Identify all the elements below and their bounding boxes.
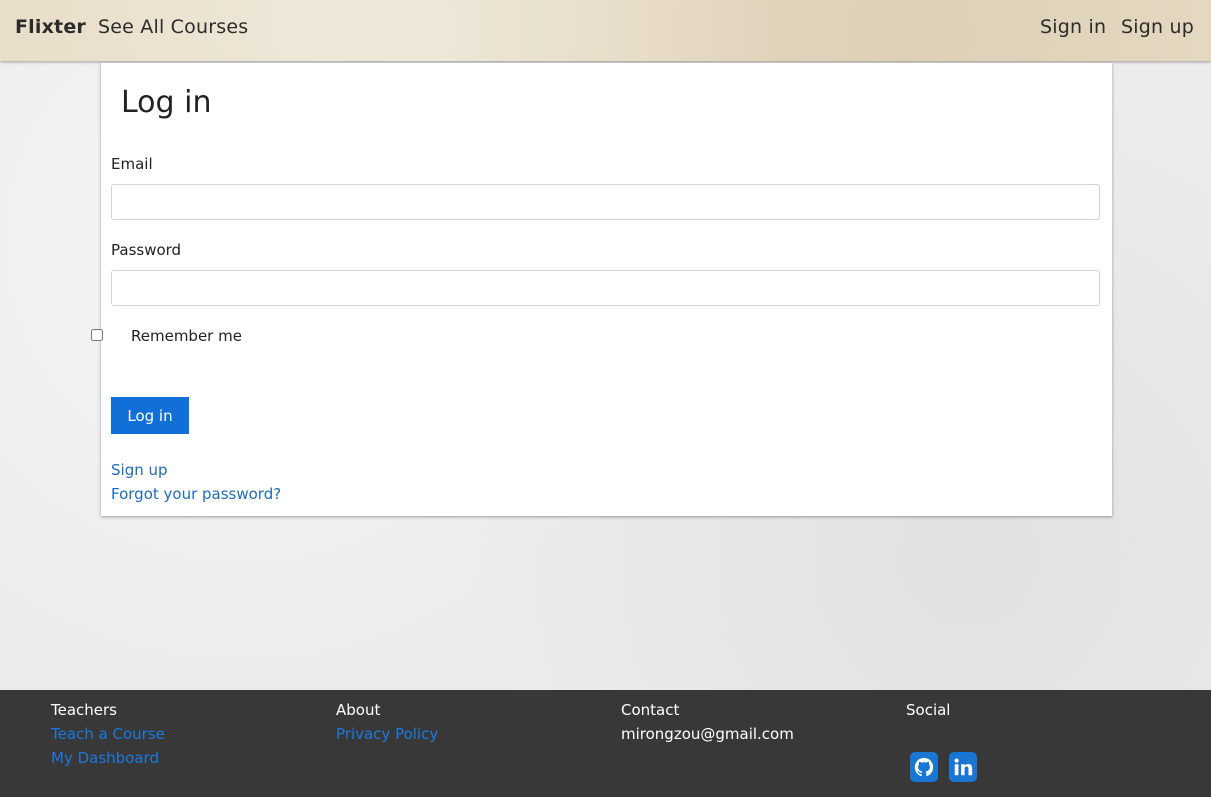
login-card: Log in Email Password Remember me Log in…: [91, 63, 1112, 516]
forgot-password-link[interactable]: Forgot your password?: [111, 485, 281, 503]
footer-about-column: About Privacy Policy: [336, 701, 438, 749]
footer: Teachers Teach a Course My Dashboard Abo…: [0, 690, 1211, 797]
linkedin-icon[interactable]: [949, 752, 977, 782]
see-all-courses-link[interactable]: See All Courses: [98, 16, 248, 38]
sign-up-link-form[interactable]: Sign up: [111, 461, 168, 479]
remember-me-label: Remember me: [131, 327, 242, 345]
sign-up-link[interactable]: Sign up: [1121, 16, 1194, 38]
password-field[interactable]: [111, 270, 1100, 306]
password-label: Password: [111, 241, 182, 259]
teach-a-course-link[interactable]: Teach a Course: [51, 725, 165, 743]
page-title: Log in: [121, 85, 212, 120]
email-label: Email: [111, 155, 153, 173]
navbar: Flixter See All Courses Sign in Sign up: [0, 0, 1211, 61]
footer-social-heading: Social: [906, 701, 951, 719]
footer-social-column: Social: [906, 701, 950, 725]
brand-link[interactable]: Flixter: [15, 16, 86, 38]
privacy-policy-link[interactable]: Privacy Policy: [336, 725, 438, 743]
github-icon[interactable]: [910, 752, 938, 782]
log-in-button[interactable]: Log in: [111, 397, 189, 434]
footer-teachers-heading: Teachers: [51, 701, 117, 719]
footer-about-heading: About: [336, 701, 381, 719]
sign-in-link[interactable]: Sign in: [1040, 16, 1106, 38]
email-field[interactable]: [111, 184, 1100, 220]
footer-contact-column: Contact mirongzou@gmail.com: [621, 701, 794, 743]
contact-email: mirongzou@gmail.com: [621, 725, 794, 743]
footer-contact-heading: Contact: [621, 701, 680, 719]
remember-me-checkbox[interactable]: [91, 329, 103, 341]
footer-teachers-column: Teachers Teach a Course My Dashboard: [51, 701, 165, 773]
my-dashboard-link[interactable]: My Dashboard: [51, 749, 165, 767]
